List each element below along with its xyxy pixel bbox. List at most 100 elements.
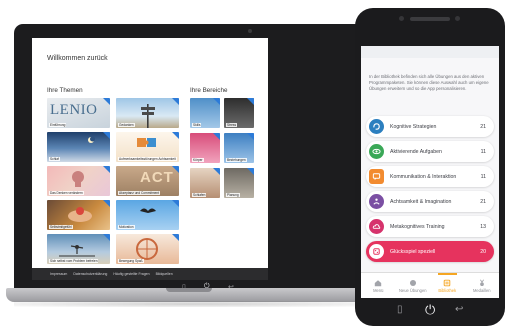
chat-icon xyxy=(369,169,384,184)
category-count: 20 xyxy=(480,248,486,255)
checked-corner-icon xyxy=(172,234,179,241)
eye-icon xyxy=(369,144,384,159)
category-kommunikation[interactable]: Kommunikation & Interaktion 11 xyxy=(366,166,494,187)
category-name: Kognitive Strategien xyxy=(390,123,437,130)
category-kognitive-strategien[interactable]: Kognitive Strategien 21 xyxy=(366,116,494,137)
tile-label: Bewegung Spaß xyxy=(118,259,144,263)
tile-label: Gedanken xyxy=(118,123,135,127)
footer-link-bildquellen[interactable]: Bildquellen xyxy=(156,272,173,276)
theme-tile-motivation[interactable]: Motivation xyxy=(116,200,179,230)
signpost-icon xyxy=(141,104,155,128)
tile-label: Motivation xyxy=(118,225,135,229)
theme-tile-bewegung[interactable]: Bewegung Spaß xyxy=(116,234,179,264)
category-count: 11 xyxy=(480,173,486,180)
category-list: Kognitive Strategien 21 Aktivierende Auf… xyxy=(366,116,494,266)
checked-corner-icon xyxy=(103,166,110,173)
tab-bibliothek[interactable]: Bibliothek xyxy=(430,273,465,298)
checked-corner-icon xyxy=(172,166,179,173)
checked-corner-icon xyxy=(103,200,110,207)
checked-corner-icon xyxy=(213,98,220,105)
phone: In der Bibliothek befinden sich alle Übu… xyxy=(355,8,505,326)
brain-icon xyxy=(369,119,384,134)
category-count: 21 xyxy=(480,123,486,130)
tile-label: Das Denken verändern xyxy=(49,191,84,195)
theme-tile-einfuehrung[interactable]: LENIO Einführung xyxy=(47,98,110,128)
footer-link-impressum[interactable]: Impressum xyxy=(50,272,67,276)
recent-apps-icon[interactable]: ▯ xyxy=(397,304,403,315)
area-tile-koerper[interactable]: Körper xyxy=(190,133,220,163)
tile-label: Akzeptanz und Commitment xyxy=(118,191,161,195)
tile-label: Skills xyxy=(192,123,202,127)
library-icon xyxy=(443,279,451,286)
footer-link-faq[interactable]: Häufig gestellte Fragen xyxy=(113,272,149,276)
theme-tile-act[interactable]: ACT Akzeptanz und Commitment xyxy=(116,166,179,196)
category-achtsamkeit[interactable]: Achtsamkeit & Imagination 21 xyxy=(366,191,494,212)
category-name: Aktivierende Aufgaben xyxy=(390,148,442,155)
checked-corner-icon xyxy=(247,168,254,175)
library-intro-text: In der Bibliothek befinden sich alle Übu… xyxy=(369,74,489,91)
tile-label: Körper xyxy=(192,158,204,162)
theme-tile-problem[interactable]: Sich selbst vom Problem befreien xyxy=(47,234,110,264)
bereiche-grid: Skills Stress Körper Beziehungen Schlafe… xyxy=(190,98,254,198)
category-count: 13 xyxy=(480,223,486,230)
tile-label: Schlaf xyxy=(49,157,60,161)
checked-corner-icon xyxy=(247,98,254,105)
theme-tile-schlaf[interactable]: Schlaf xyxy=(47,132,110,162)
bereiche-heading: Ihre Bereiche xyxy=(190,87,228,94)
footer-link-datenschutz[interactable]: Datenschutzerklärung xyxy=(73,272,107,276)
page-title: Willkommen zurück xyxy=(47,55,108,62)
checked-corner-icon xyxy=(213,133,220,140)
hands-icon xyxy=(68,207,92,222)
medal-icon xyxy=(479,279,484,286)
phone-speaker xyxy=(410,17,450,21)
checked-corner-icon xyxy=(103,234,110,241)
laptop-notch xyxy=(166,288,212,292)
phone-camera xyxy=(455,16,460,21)
person-freedom-icon xyxy=(59,245,95,257)
theme-tile-aufmerksamkeit[interactable]: Aufmerksamkeitsstörungen Achtsamkeit xyxy=(116,132,179,162)
stage: Willkommen zurück Ihre Themen Ihre Berei… xyxy=(0,0,506,328)
category-metakognitives-training[interactable]: Metakognitives Training 13 xyxy=(366,216,494,237)
tile-label: Einführung xyxy=(49,123,67,127)
themen-grid: LENIO Einführung Gedanken Schlaf Aufmerk… xyxy=(47,98,180,264)
checked-corner-icon xyxy=(247,133,254,140)
tab-label: Neue Übungen xyxy=(398,287,427,293)
moon-icon xyxy=(88,136,95,143)
category-aktivierende-aufgaben[interactable]: Aktivierende Aufgaben 11 xyxy=(366,141,494,162)
tile-label: Aufmerksamkeitsstörungen Achtsamkeit xyxy=(118,157,177,161)
area-tile-beziehungen[interactable]: Beziehungen xyxy=(224,133,254,163)
category-count: 11 xyxy=(480,148,486,155)
checked-corner-icon xyxy=(103,132,110,139)
theme-tile-gedanken[interactable]: Gedanken xyxy=(116,98,179,128)
checked-corner-icon xyxy=(172,98,179,105)
bottom-tab-bar: Menü Neue Übungen Bibliothek Medaillen xyxy=(361,272,499,298)
status-bar xyxy=(361,46,499,58)
area-tile-skills[interactable]: Skills xyxy=(190,98,220,128)
cloud-icon xyxy=(369,219,384,234)
checked-corner-icon xyxy=(213,168,220,175)
area-tile-schlafen[interactable]: Schlafen xyxy=(190,168,220,198)
category-name: Metakognitives Training xyxy=(390,223,445,230)
tab-neue-uebungen[interactable]: Neue Übungen xyxy=(396,273,431,298)
laptop-base xyxy=(6,288,368,302)
tile-label: Sich selbst vom Problem befreien xyxy=(49,259,99,263)
new-icon xyxy=(409,279,416,286)
category-gluecksspiel[interactable]: Glücksspiel speziell 20 xyxy=(366,241,494,262)
theme-tile-selbstmitgefuehl[interactable]: Selbstmitgefühl xyxy=(47,200,110,230)
tile-label: Schlafen xyxy=(192,193,207,197)
puzzle-icon xyxy=(137,138,156,147)
bird-icon xyxy=(140,208,156,213)
back-icon[interactable]: ↩ xyxy=(455,304,463,315)
area-tile-planung[interactable]: Planung xyxy=(224,168,254,198)
tab-label: Medaillen xyxy=(472,287,491,293)
checked-corner-icon xyxy=(172,200,179,207)
power-icon[interactable]: ⏻ xyxy=(425,302,435,318)
category-name: Achtsamkeit & Imagination xyxy=(390,198,452,205)
act-logo: ACT xyxy=(140,169,174,186)
tab-label: Menü xyxy=(373,287,384,293)
area-tile-stress[interactable]: Stress xyxy=(224,98,254,128)
tab-menu[interactable]: Menü xyxy=(361,273,396,298)
theme-tile-denken[interactable]: Das Denken verändern xyxy=(47,166,110,196)
head-silhouette-icon xyxy=(72,171,84,187)
tab-medaillen[interactable]: Medaillen xyxy=(465,273,500,298)
